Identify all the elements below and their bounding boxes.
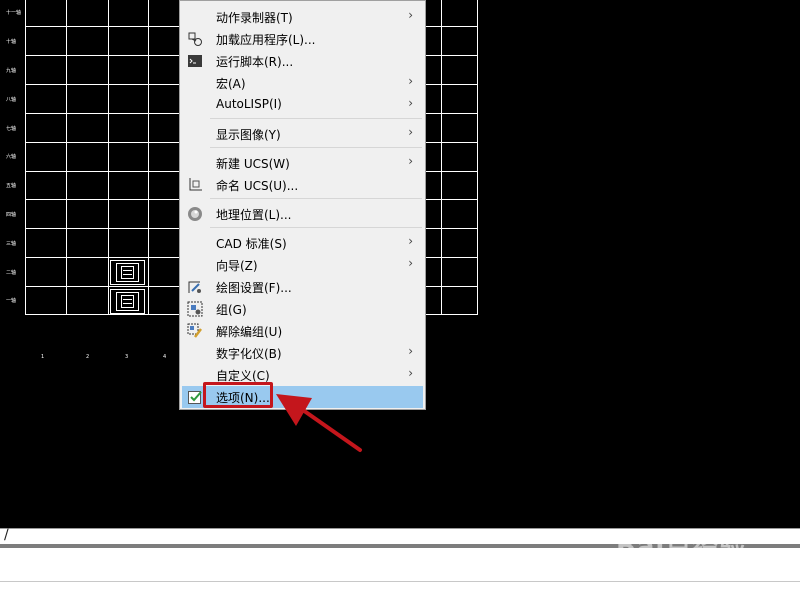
menu-item-label: 宏(A)	[216, 77, 246, 91]
watermark-url: jingyan.baidu.com	[618, 564, 729, 578]
menu-item-load-application[interactable]: 加载应用程序(L)...	[182, 28, 423, 50]
row-label: 五轴	[6, 183, 17, 189]
menu-item-label: 命名 UCS(U)...	[216, 179, 299, 193]
layout-tab[interactable]: /	[4, 527, 9, 543]
chevron-right-icon: ›	[408, 154, 413, 168]
menu-item-wizards[interactable]: 向导(Z) ›	[182, 254, 423, 276]
menu-item-label: AutoLISP(I)	[216, 97, 282, 111]
elevator-symbol-upper	[110, 260, 145, 285]
menu-separator	[210, 118, 422, 119]
row-label: 四轴	[6, 212, 17, 218]
menu-item-group[interactable]: 组(G)	[182, 298, 423, 320]
menu-separator	[210, 198, 422, 199]
menu-item-label: 加载应用程序(L)...	[216, 33, 316, 47]
menu-item-label: 组(G)	[216, 303, 247, 317]
menu-item-action-recorder[interactable]: 动作录制器(T) ›	[182, 6, 423, 28]
menu-item-digitizer[interactable]: 数字化仪(B) ›	[182, 342, 423, 364]
chevron-right-icon: ›	[408, 74, 413, 88]
row-label: 十轴	[6, 39, 17, 45]
menu-item-named-ucs[interactable]: 命名 UCS(U)...	[182, 174, 423, 196]
menu-item-ungroup[interactable]: 解除编组(U)	[182, 320, 423, 342]
menu-item-label: CAD 标准(S)	[216, 237, 287, 251]
menu-item-display-image[interactable]: 显示图像(Y) ›	[182, 123, 423, 145]
menu-separator	[210, 227, 422, 228]
row-label: 十一轴	[6, 10, 22, 16]
ungroup-icon	[187, 323, 203, 339]
row-label: 七轴	[6, 126, 17, 132]
menu-item-label: 地理位置(L)...	[216, 208, 292, 222]
menu-item-new-ucs[interactable]: 新建 UCS(W) ›	[182, 152, 423, 174]
column-label: 4	[163, 354, 167, 360]
drafting-settings-icon	[187, 279, 203, 295]
row-label: 一轴	[6, 298, 17, 304]
row-label: 六轴	[6, 154, 17, 160]
row-label: 二轴	[6, 270, 17, 276]
column-label: 3	[125, 354, 129, 360]
menu-item-drafting-settings[interactable]: 绘图设置(F)...	[182, 276, 423, 298]
chevron-right-icon: ›	[408, 344, 413, 358]
menu-item-autolisp[interactable]: AutoLISP(I) ›	[182, 94, 423, 116]
menu-item-run-script[interactable]: 运行脚本(R)...	[182, 50, 423, 72]
load-application-icon	[187, 31, 203, 47]
group-icon	[187, 301, 203, 317]
menu-item-label: 数字化仪(B)	[216, 347, 282, 361]
menu-item-label: 绘图设置(F)...	[216, 281, 292, 295]
elevator-symbol-lower	[110, 289, 145, 314]
run-script-icon	[187, 53, 203, 69]
menu-item-label: 新建 UCS(W)	[216, 157, 290, 171]
named-ucs-icon	[187, 177, 203, 193]
chevron-right-icon: ›	[408, 234, 413, 248]
menu-separator	[210, 147, 422, 148]
menu-item-label: 解除编组(U)	[216, 325, 283, 339]
chevron-right-icon: ›	[408, 256, 413, 270]
geolocation-icon	[187, 206, 203, 222]
menu-item-label: 动作录制器(T)	[216, 11, 293, 25]
column-label: 1	[41, 354, 45, 360]
menu-item-macro[interactable]: 宏(A) ›	[182, 72, 423, 94]
menu-item-cad-standards[interactable]: CAD 标准(S) ›	[182, 232, 423, 254]
chevron-right-icon: ›	[408, 96, 413, 110]
row-label: 三轴	[6, 241, 17, 247]
row-label: 九轴	[6, 68, 17, 74]
options-check-icon	[187, 389, 203, 405]
tools-menu: 动作录制器(T) › 加载应用程序(L)... 运行脚本(R)... 宏(A) …	[179, 0, 426, 410]
watermark-logo: Bai百经验	[616, 532, 747, 562]
menu-item-label: 运行脚本(R)...	[216, 55, 294, 69]
menu-item-geolocation[interactable]: 地理位置(L)...	[182, 203, 423, 225]
column-label: 2	[86, 354, 90, 360]
annotation-highlight-box	[203, 382, 273, 408]
menu-item-label: 显示图像(Y)	[216, 128, 281, 142]
chevron-right-icon: ›	[408, 125, 413, 139]
row-label: 八轴	[6, 97, 17, 103]
chevron-right-icon: ›	[408, 8, 413, 22]
menu-item-label: 向导(Z)	[216, 259, 258, 273]
chevron-right-icon: ›	[408, 366, 413, 380]
watermark: Bai百经验 jingyan.baidu.com	[612, 512, 792, 592]
